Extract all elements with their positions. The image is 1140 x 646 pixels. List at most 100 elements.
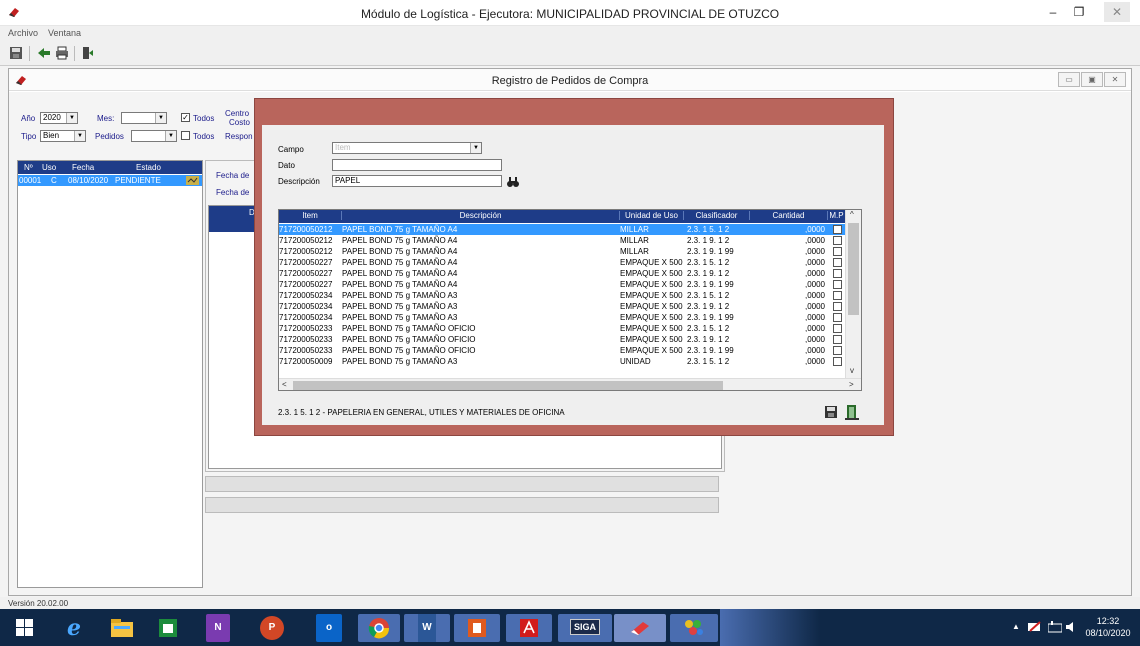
mp-checkbox[interactable] (833, 357, 842, 366)
table-row[interactable]: 717200050233 PAPEL BOND 75 g TAMAÑO OFICI… (279, 334, 845, 345)
chrome-icon[interactable] (358, 614, 400, 642)
col-item[interactable]: Item (279, 211, 341, 220)
mdi-restore-button[interactable]: ▣ (1081, 72, 1103, 87)
mdi-minimize-button[interactable]: ▭ (1058, 72, 1080, 87)
todos-checkbox-2[interactable] (181, 131, 190, 140)
scroll-up-icon[interactable]: ^ (850, 210, 854, 219)
paint-icon[interactable] (670, 614, 718, 642)
mp-checkbox[interactable] (833, 335, 842, 344)
table-row[interactable]: 717200050234 PAPEL BOND 75 g TAMAÑO A3 EMP… (279, 290, 845, 301)
col-mp[interactable]: M.P (827, 211, 845, 220)
table-row[interactable]: 717200050233 PAPEL BOND 75 g TAMAÑO OFICI… (279, 323, 845, 334)
mp-checkbox[interactable] (833, 313, 842, 322)
month-select[interactable]: ▼ (121, 112, 167, 124)
horizontal-scrollbar[interactable]: < > (279, 378, 861, 390)
outlook-icon[interactable]: o (316, 614, 342, 642)
save-icon[interactable] (824, 405, 838, 419)
col-cantidad[interactable]: Cantidad (749, 211, 827, 220)
col-unidad[interactable]: Unidad de Uso (619, 211, 683, 220)
back-icon[interactable] (36, 45, 52, 61)
col-estado[interactable]: Estado (136, 163, 161, 172)
windows-start-icon[interactable] (16, 619, 33, 636)
todos-checkbox-1[interactable]: ✓ (181, 113, 190, 122)
unit-cell: EMPAQUE X 500 (620, 258, 683, 267)
siga-icon[interactable]: SIGA (558, 614, 612, 642)
binoculars-icon[interactable] (506, 175, 520, 189)
mp-checkbox[interactable] (833, 247, 842, 256)
table-row[interactable]: 717200050227 PAPEL BOND 75 g TAMAÑO A4 EMP… (279, 279, 845, 290)
clock-time: 12:32 (1096, 616, 1120, 626)
table-row[interactable]: 717200050212 PAPEL BOND 75 g TAMAÑO A4 MIL… (279, 246, 845, 257)
menu-archivo[interactable]: Archivo (8, 28, 38, 38)
item-code-cell: 717200050233 (279, 324, 333, 333)
col-descripcion[interactable]: Descripción (341, 211, 619, 220)
acrobat-icon[interactable] (506, 614, 552, 642)
mp-checkbox[interactable] (833, 258, 842, 267)
close-button[interactable]: ✕ (1104, 2, 1130, 22)
info-bar-1 (205, 476, 719, 492)
menu-ventana[interactable]: Ventana (48, 28, 81, 38)
exit-icon[interactable] (80, 45, 96, 61)
table-row[interactable]: 717200050212 PAPEL BOND 75 g TAMAÑO A4 MIL… (279, 224, 845, 235)
table-row[interactable]: 717200050234 PAPEL BOND 75 g TAMAÑO A3 EMP… (279, 312, 845, 323)
file-explorer-icon[interactable] (104, 614, 140, 642)
vertical-scrollbar[interactable]: ^ v (845, 210, 861, 378)
logistica-app-icon[interactable] (614, 614, 666, 642)
clasificador-description: 2.3. 1 5. 1 2 - PAPELERIA EN GENERAL, UT… (278, 408, 565, 417)
save-icon[interactable] (8, 45, 24, 61)
quantity-cell: ,0000 (804, 291, 825, 300)
descripcion-input[interactable]: PAPEL (332, 175, 502, 187)
table-row[interactable]: 717200050227 PAPEL BOND 75 g TAMAÑO A4 EMP… (279, 268, 845, 279)
dato-input[interactable] (332, 159, 502, 171)
year-select[interactable]: 2020 ▼ (40, 112, 78, 124)
description-cell: PAPEL BOND 75 g TAMAÑO OFICIO (342, 324, 476, 333)
mdi-close-button[interactable]: ✕ (1104, 72, 1126, 87)
office-icon[interactable] (454, 614, 500, 642)
mp-checkbox[interactable] (833, 280, 842, 289)
col-clasificador[interactable]: Clasificador (683, 211, 749, 220)
col-num[interactable]: Nº (24, 163, 33, 172)
horizontal-scroll-thumb[interactable] (293, 381, 723, 390)
minimize-button[interactable]: – (1040, 2, 1066, 22)
table-row[interactable]: 00001 C 08/10/2020 PENDIENTE (18, 175, 202, 186)
mp-checkbox[interactable] (833, 225, 842, 234)
mp-checkbox[interactable] (833, 291, 842, 300)
table-row[interactable]: 717200050233 PAPEL BOND 75 g TAMAÑO OFICI… (279, 345, 845, 356)
taskbar-clock[interactable]: 12:32 08/10/2020 (1080, 615, 1136, 639)
internet-explorer-icon[interactable]: e (56, 614, 92, 642)
pedidos-select[interactable]: ▼ (131, 130, 177, 142)
tray-volume-icon[interactable] (1066, 621, 1078, 633)
maximize-button[interactable]: ❐ (1066, 2, 1092, 22)
mp-checkbox[interactable] (833, 324, 842, 333)
scroll-left-icon[interactable]: < (282, 380, 287, 389)
onenote-icon[interactable]: N (206, 614, 230, 642)
vertical-scroll-thumb[interactable] (848, 223, 859, 315)
table-row[interactable]: 717200050234 PAPEL BOND 75 g TAMAÑO A3 EMP… (279, 301, 845, 312)
descripcion-label: Descripción (278, 177, 320, 186)
powerpoint-icon[interactable]: P (260, 616, 284, 640)
mp-checkbox[interactable] (833, 302, 842, 311)
col-uso[interactable]: Uso (42, 163, 56, 172)
col-fecha[interactable]: Fecha (72, 163, 94, 172)
tray-network-icon[interactable] (1028, 621, 1042, 633)
classifier-cell: 2.3. 1 5. 1 2 (687, 258, 730, 267)
tipo-select[interactable]: Bien ▼ (40, 130, 86, 142)
table-row[interactable]: 717200050227 PAPEL BOND 75 g TAMAÑO A4 EMP… (279, 257, 845, 268)
scroll-right-icon[interactable]: > (849, 380, 854, 389)
mp-checkbox[interactable] (833, 346, 842, 355)
quantity-cell: ,0000 (804, 313, 825, 322)
item-code-cell: 717200050009 (279, 357, 333, 366)
mp-checkbox[interactable] (833, 236, 842, 245)
scroll-down-icon[interactable]: v (850, 366, 854, 375)
tray-keyboard-icon[interactable] (1048, 621, 1062, 633)
responsable-label: Respon (225, 132, 253, 141)
tray-chevron-icon[interactable]: ▲ (1012, 622, 1020, 631)
campo-select[interactable]: Item ▼ (332, 142, 482, 154)
exit-door-icon[interactable] (844, 404, 860, 420)
store-icon[interactable] (150, 614, 186, 642)
table-row[interactable]: 717200050009 PAPEL BOND 75 g TAMAÑO A3 UNI… (279, 356, 845, 367)
table-row[interactable]: 717200050212 PAPEL BOND 75 g TAMAÑO A4 MIL… (279, 235, 845, 246)
print-icon[interactable] (54, 45, 70, 61)
word-icon[interactable]: W (404, 614, 450, 642)
mp-checkbox[interactable] (833, 269, 842, 278)
